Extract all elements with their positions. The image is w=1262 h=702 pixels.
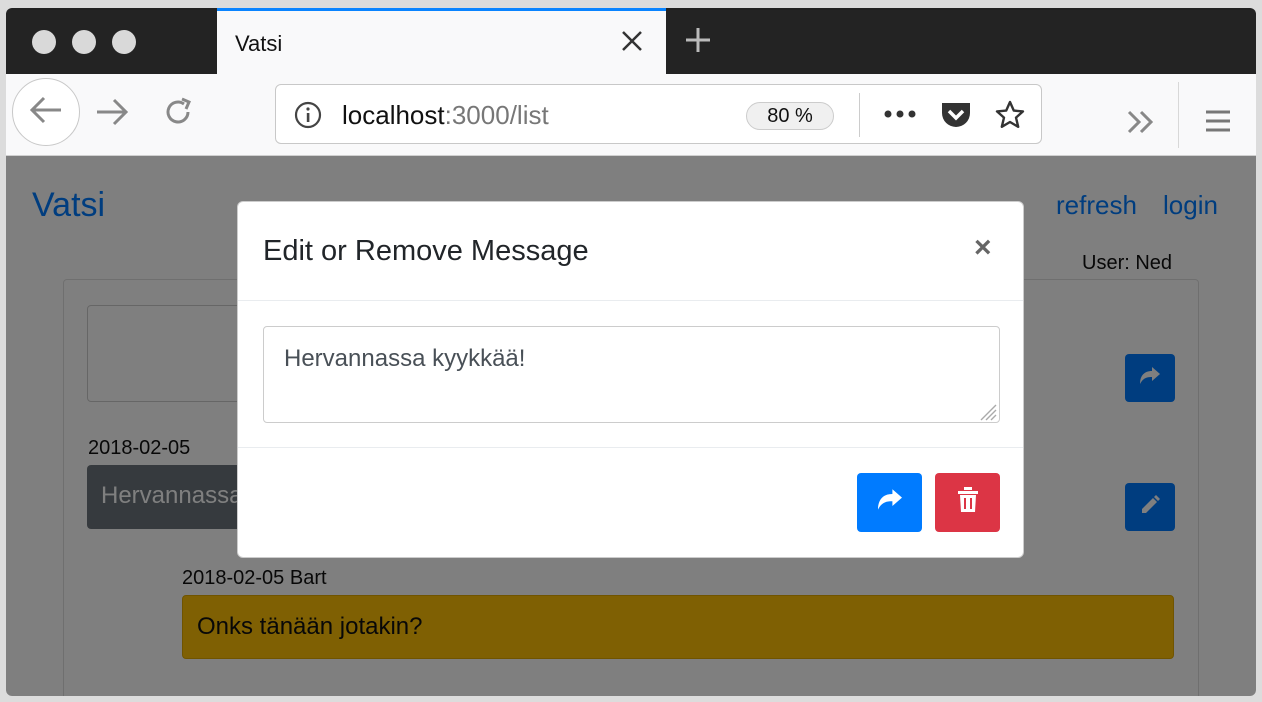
toolbar-separator — [1178, 82, 1179, 148]
close-icon[interactable] — [618, 27, 646, 55]
pocket-icon[interactable] — [940, 100, 972, 135]
url-bar[interactable]: localhost:3000/list 80 % — [275, 84, 1042, 144]
message-edit-textarea[interactable]: Hervannassa kyykkää! — [263, 326, 1000, 423]
reload-button[interactable] — [160, 96, 196, 132]
save-message-button[interactable] — [857, 473, 922, 532]
overflow-icon[interactable] — [1126, 110, 1156, 139]
url-separator — [859, 93, 860, 137]
window-close-dot[interactable] — [32, 30, 56, 54]
edit-message-modal: Edit or Remove Message × Hervannassa kyy… — [237, 201, 1024, 558]
plus-icon[interactable] — [682, 24, 714, 56]
textarea-value: Hervannassa kyykkää! — [284, 345, 526, 372]
share-icon — [876, 488, 904, 517]
delete-message-button[interactable] — [935, 473, 1000, 532]
forward-arrow-icon — [95, 97, 129, 132]
back-arrow-icon — [29, 95, 63, 130]
trash-icon — [957, 487, 979, 518]
back-button[interactable] — [12, 78, 80, 146]
info-icon[interactable] — [294, 101, 322, 134]
modal-footer-divider — [238, 447, 1023, 448]
browser-window: Vatsi localhost:3000/list 80 % Edit or R… — [6, 8, 1256, 696]
tab-title: Vatsi — [235, 31, 283, 56]
window-minimize-dot[interactable] — [72, 30, 96, 54]
zoom-level-badge[interactable]: 80 % — [746, 102, 834, 130]
navigation-bar: localhost:3000/list 80 % — [6, 74, 1256, 156]
tab-vatsi[interactable]: Vatsi — [217, 8, 666, 74]
star-icon[interactable] — [994, 99, 1026, 136]
window-maximize-dot[interactable] — [112, 30, 136, 54]
more-icon[interactable] — [883, 107, 917, 126]
resize-grip-icon[interactable] — [977, 400, 997, 421]
close-icon[interactable]: × — [974, 233, 1000, 263]
page-content: Vatsi refresh login User: Ned 2018-02-05… — [6, 156, 1256, 696]
modal-title: Edit or Remove Message — [263, 235, 589, 267]
reload-icon — [162, 96, 194, 133]
url-text[interactable]: localhost:3000/list — [342, 100, 549, 131]
tab-bar: Vatsi — [6, 8, 1256, 74]
forward-button[interactable] — [94, 96, 130, 132]
menu-icon[interactable] — [1205, 110, 1231, 137]
modal-header: Edit or Remove Message × — [238, 202, 1023, 301]
